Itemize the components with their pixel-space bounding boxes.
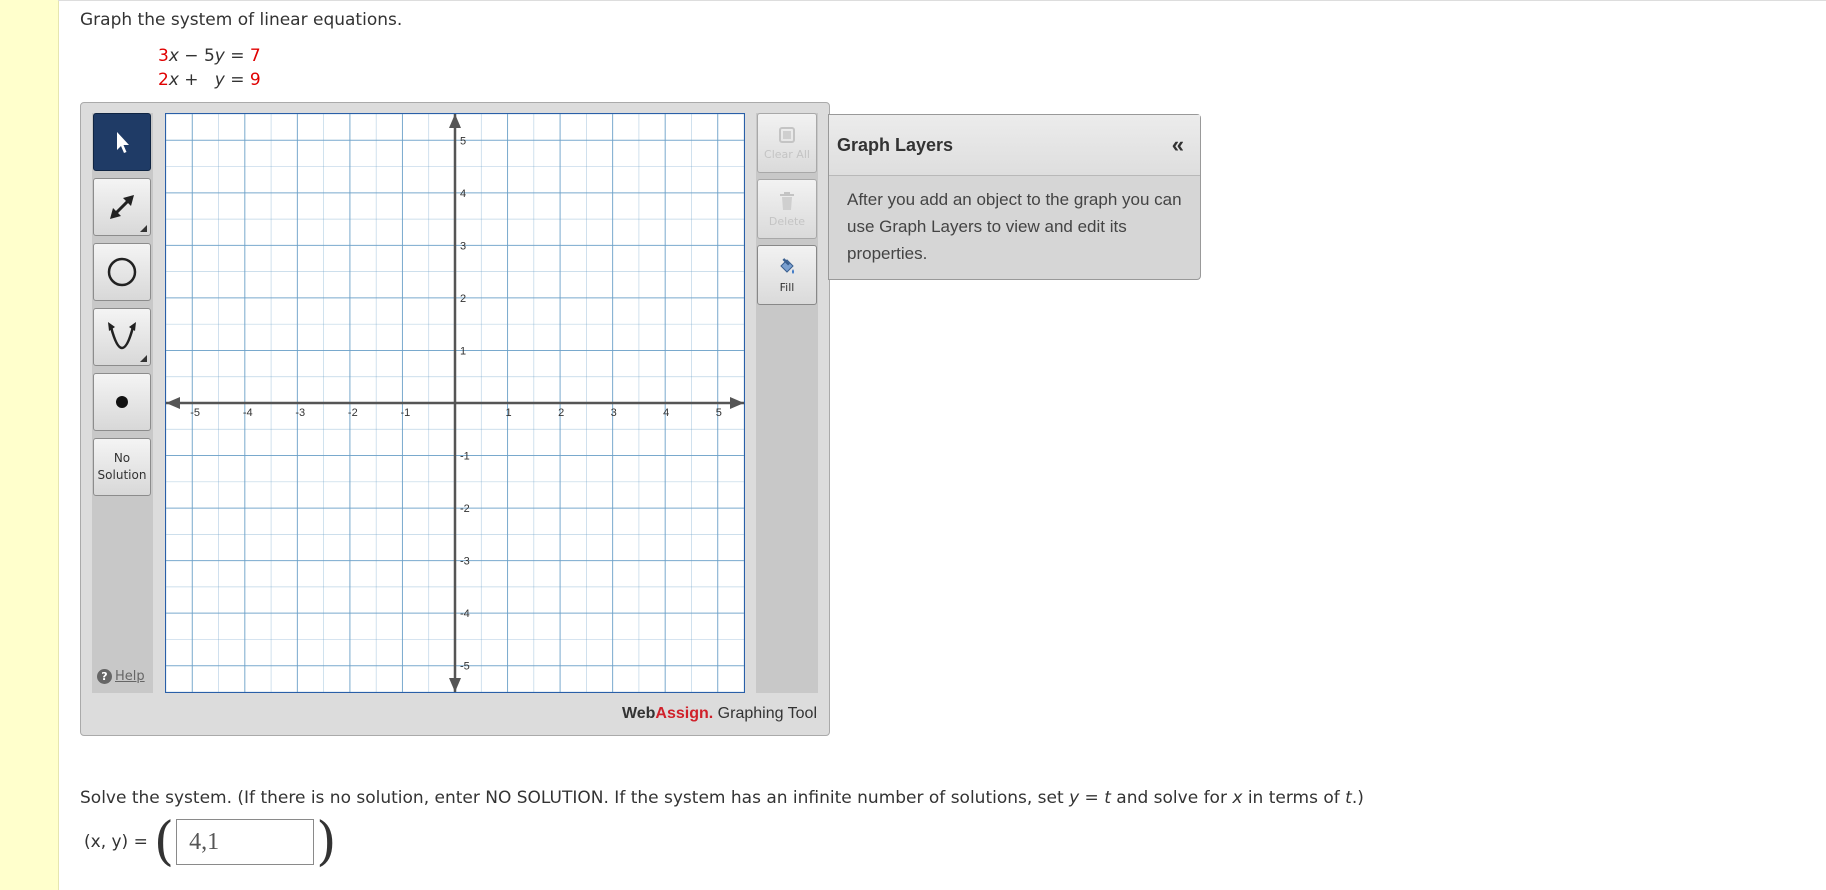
coordinate-grid[interactable]: -5 -4 -3 -2 -1 1 2 3 4 5 5 4 3 2 1 -1 -2 -3 -4 -5 <box>166 114 744 692</box>
submenu-corner-icon <box>140 355 147 362</box>
close-paren: ) <box>316 812 337 872</box>
solve-y-var: y <box>1069 788 1080 808</box>
solve-eq-sign: = <box>1079 788 1105 808</box>
x-axis-left-arrow-icon <box>166 397 180 409</box>
collapse-icon[interactable]: « <box>1172 132 1184 158</box>
equation-2-operator: + <box>184 70 199 90</box>
parabola-tool-button[interactable] <box>93 308 151 366</box>
equation-1-var-y: y <box>214 46 225 66</box>
solve-x-var: x <box>1232 788 1243 808</box>
left-margin-strip <box>0 0 59 890</box>
equation-2-equals: = <box>230 70 245 90</box>
y-tick-label: -1 <box>460 451 470 463</box>
point-tool-button[interactable] <box>93 373 151 431</box>
equation-1-coef-y: 5 <box>203 46 215 66</box>
x-tick-label: 5 <box>716 407 722 419</box>
no-solution-line-2: Solution <box>97 468 147 482</box>
answer-row: (x, y) = ( 4,1 ) <box>84 812 338 872</box>
axes <box>166 114 744 692</box>
delete-button[interactable]: Delete <box>757 179 817 239</box>
y-axis-down-arrow-icon <box>449 678 461 692</box>
open-paren: ( <box>153 812 175 872</box>
equation-1-equals: = <box>230 46 245 66</box>
top-divider <box>58 0 1826 1</box>
no-solution-line-1: No <box>113 451 131 465</box>
fill-label: Fill <box>779 280 795 294</box>
solve-t-var: t <box>1104 788 1111 808</box>
equation-1-coef-x: 3 <box>158 46 169 66</box>
graph-layers-panel: Graph Layers « After you add an object t… <box>828 114 1201 280</box>
trash-icon <box>780 191 794 210</box>
x-tick-label: -3 <box>295 407 305 419</box>
equation-2-coef-x: 2 <box>158 70 169 90</box>
x-tick-label: 1 <box>506 407 512 419</box>
y-tick-label: 5 <box>460 135 466 147</box>
question-mark-icon: ? <box>97 669 112 684</box>
graph-layers-header: Graph Layers « <box>829 115 1200 176</box>
x-axis-right-arrow-icon <box>730 397 744 409</box>
dot-icon <box>116 396 128 408</box>
y-tick-label: 2 <box>460 293 466 305</box>
answer-label: (x, y) = <box>84 832 148 852</box>
equation-1: 3x − 5y = 7 <box>158 46 261 66</box>
brand-graphing-tool: Graphing Tool <box>713 705 817 722</box>
delete-label: Delete <box>768 214 806 228</box>
answer-input[interactable]: 4,1 <box>176 819 315 865</box>
graph-canvas[interactable]: -5 -4 -3 -2 -1 1 2 3 4 5 5 4 3 2 1 -1 -2 -3 -4 -5 <box>165 113 745 693</box>
brand-web: Web <box>621 705 656 722</box>
fill-button[interactable]: Fill <box>757 245 817 305</box>
line-tool-button[interactable] <box>93 178 151 236</box>
help-label[interactable]: Help <box>115 669 145 684</box>
paint-bucket-icon <box>780 257 794 274</box>
y-tick-label: -2 <box>460 503 470 515</box>
clear-all-button[interactable]: Clear All <box>757 113 817 173</box>
graph-layers-title: Graph Layers <box>837 134 954 155</box>
x-tick-label: 2 <box>558 407 564 419</box>
x-tick-label: 4 <box>663 407 669 419</box>
graphing-tool: No Solution ? Help -5 -4 -3 -2 -1 1 2 3 4 5 5 4 3 2 1 -1… <box>80 102 830 736</box>
equation-1-var-x: x <box>168 46 179 66</box>
y-axis-up-arrow-icon <box>449 114 461 128</box>
equation-2: 2x + y = 9 <box>158 70 261 90</box>
x-tick-label: 3 <box>611 407 617 419</box>
pointer-arrow-icon <box>117 132 129 153</box>
clear-all-label: Clear All <box>764 147 810 161</box>
parabola-icon <box>108 322 136 349</box>
equation-2-var-y: y <box>214 70 225 90</box>
webassign-brand: WebAssign. Graphing Tool <box>622 705 817 723</box>
double-arrow-line-icon <box>110 195 134 219</box>
x-tick-label: -4 <box>243 407 253 419</box>
y-tick-label: 3 <box>460 240 466 252</box>
solve-text-start: Solve the system. (If there is no soluti… <box>80 788 1070 808</box>
solve-t-var-2: t <box>1345 788 1352 808</box>
y-tick-label: 1 <box>460 345 466 357</box>
x-tick-label: -5 <box>190 407 200 419</box>
y-tick-label: -3 <box>460 556 470 568</box>
equation-2-constant: 9 <box>249 70 261 90</box>
solve-text-mid2: in terms of <box>1242 788 1346 808</box>
submenu-corner-icon <box>140 225 147 232</box>
equation-1-operator: − <box>184 46 199 66</box>
x-tick-label: -2 <box>348 407 358 419</box>
brand-assign: Assign. <box>655 705 714 722</box>
clear-all-icon <box>779 126 795 143</box>
x-tick-label: -1 <box>400 407 410 419</box>
graph-layers-description: After you add an object to the graph you… <box>847 190 1182 263</box>
no-solution-button[interactable]: No Solution <box>93 438 151 496</box>
question-prompt: Graph the system of linear equations. <box>80 10 403 30</box>
y-tick-label: 4 <box>460 188 466 200</box>
help-link[interactable]: ? Help <box>97 669 145 684</box>
equation-2-var-x: x <box>168 70 179 90</box>
solve-text-end: .) <box>1351 788 1364 808</box>
pointer-tool-button[interactable] <box>93 113 151 171</box>
circle-tool-button[interactable] <box>93 243 151 301</box>
circle-icon <box>107 257 137 287</box>
no-solution-label: No Solution <box>98 450 147 484</box>
equation-1-constant: 7 <box>249 46 261 66</box>
solve-text-mid: and solve for <box>1110 788 1233 808</box>
y-tick-label: -5 <box>460 661 470 673</box>
solve-instructions: Solve the system. (If there is no soluti… <box>80 788 1364 808</box>
y-tick-label: -4 <box>460 608 470 620</box>
